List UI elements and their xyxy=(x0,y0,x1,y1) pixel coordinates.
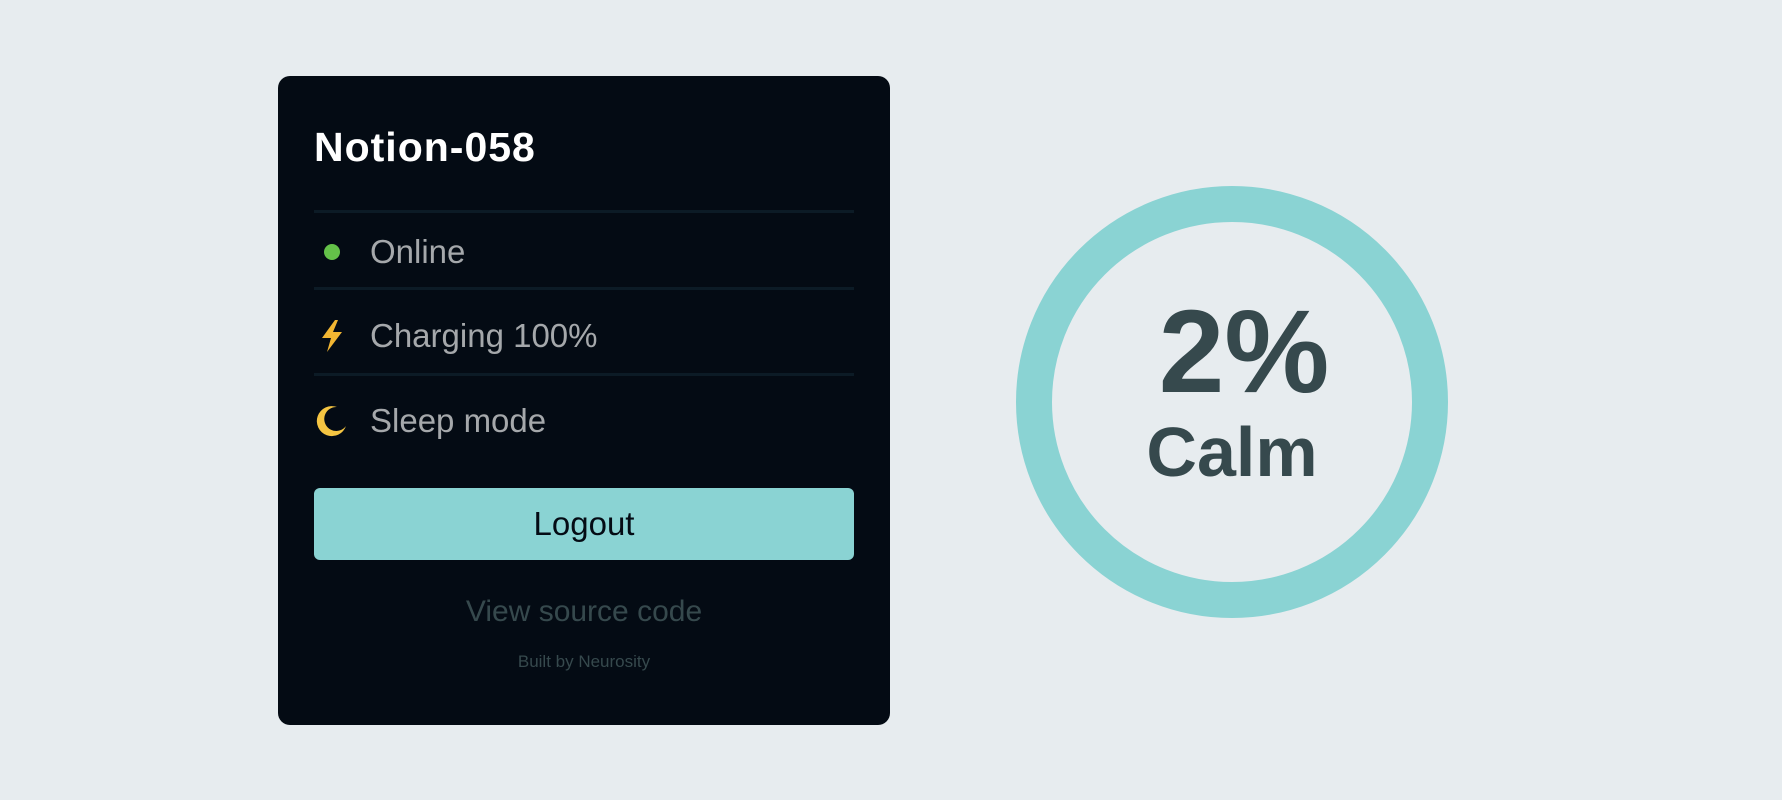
divider xyxy=(314,373,854,376)
divider xyxy=(314,210,854,213)
view-source-link[interactable]: View source code xyxy=(314,595,854,629)
calm-label: Calm xyxy=(1146,413,1318,491)
logout-button[interactable]: Logout xyxy=(314,488,854,560)
sleep-label: Sleep mode xyxy=(370,402,547,439)
calm-value: 2% xyxy=(1158,286,1330,418)
lightning-icon xyxy=(314,319,350,353)
moon-icon xyxy=(314,404,350,438)
status-sleep: Sleep mode xyxy=(314,401,854,441)
divider xyxy=(314,287,854,290)
status-charging: Charging 100% xyxy=(314,316,854,356)
built-by-text: Built by Neurosity xyxy=(517,652,651,671)
online-label: Online xyxy=(370,233,466,270)
charging-label: Charging 100% xyxy=(370,317,598,354)
calm-gauge: 2% Calm xyxy=(1015,185,1449,619)
device-card: Notion-058 Online Charging 100% Sleep mo… xyxy=(278,76,890,725)
online-dot-icon xyxy=(314,244,350,260)
device-name: Notion-058 xyxy=(314,124,536,170)
status-online: Online xyxy=(314,232,854,272)
